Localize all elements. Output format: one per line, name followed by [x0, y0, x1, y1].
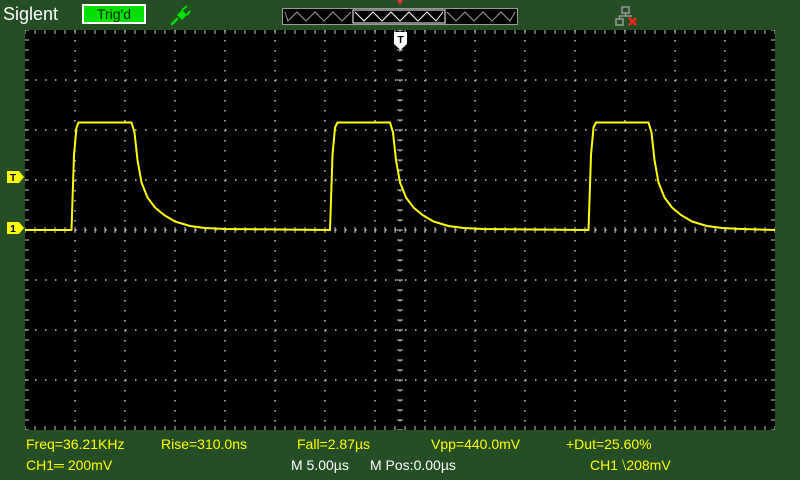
trigger-setting: CH1 ⧵208mV	[590, 457, 671, 473]
memory-position-bar[interactable]	[282, 8, 518, 25]
trigger-level-marker[interactable]: T	[7, 170, 25, 184]
measurement-duty-cycle: +Dut=25.60%	[566, 436, 652, 452]
measurement-rise-time: Rise=310.0ns	[161, 436, 248, 452]
channel1-ground-marker[interactable]: 1	[7, 221, 25, 235]
trigger-position-indicator	[397, 0, 403, 6]
waveform-display[interactable]	[25, 30, 775, 430]
measurement-vpp: Vpp=440.0mV	[431, 436, 521, 452]
top-bar: Siglent Trig'd	[0, 0, 800, 30]
measurement-frequency: Freq=36.21KHz	[26, 436, 125, 452]
ch1-vertical-scale: CH1═ 200mV	[26, 457, 113, 473]
network-disconnected-icon	[614, 6, 640, 28]
channel1-label: 1	[10, 224, 16, 234]
timebase-scale: M 5.00µs	[291, 457, 349, 473]
trigger-status-badge: Trig'd	[82, 4, 146, 24]
trigger-position-marker[interactable]: T	[394, 32, 407, 50]
trigger-level-label: T	[10, 173, 16, 183]
waveform-plot	[25, 30, 775, 430]
ch1-waveform-trace	[25, 121, 775, 231]
brand-logo: Siglent	[3, 4, 59, 24]
measurement-fall-time: Fall=2.87µs	[297, 436, 371, 452]
probe-icon[interactable]	[168, 4, 192, 28]
horizontal-position: M Pos:0.00µs	[370, 457, 456, 473]
trigger-position-label: T	[397, 35, 403, 46]
